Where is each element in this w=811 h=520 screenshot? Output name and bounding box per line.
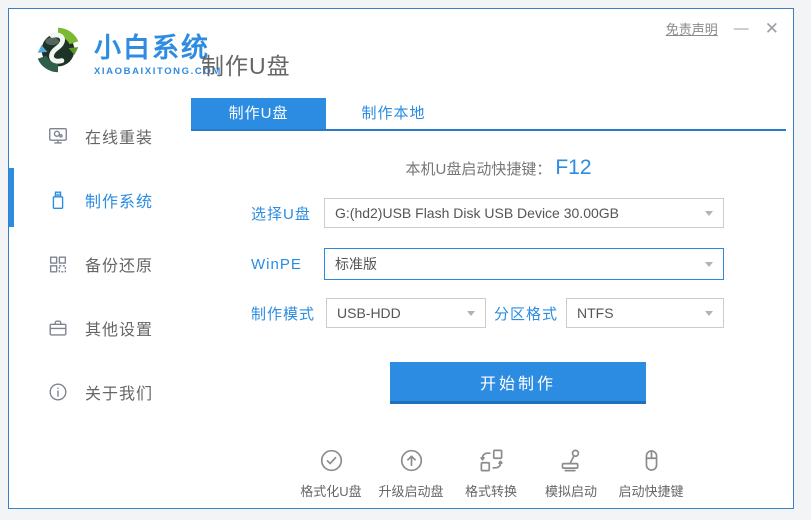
usb-select-label: 选择U盘 (251, 198, 311, 228)
tab-make-usb[interactable]: 制作U盘 (191, 98, 326, 129)
sidebar-item-backup-restore[interactable]: 备份还原 (9, 232, 191, 296)
tool-label: 格式化U盘 (300, 481, 361, 500)
tool-label: 格式转换 (465, 481, 517, 500)
sidebar-item-online-reinstall[interactable]: 在线重装 (9, 104, 191, 168)
start-button[interactable]: 开始制作 (390, 362, 646, 404)
check-circle-icon (318, 447, 345, 474)
briefcase-icon (47, 317, 69, 339)
info-circle-icon (47, 381, 69, 403)
usb-select-value: G:(hd2)USB Flash Disk USB Device 30.00GB (335, 205, 619, 221)
close-button[interactable]: ✕ (765, 20, 779, 38)
brand-logo-icon (29, 21, 87, 79)
boot-hotkey-hint: 本机U盘启动快捷键： F12 (201, 151, 796, 185)
sidebar-item-other-settings[interactable]: 其他设置 (9, 296, 191, 360)
tab-bar: 制作U盘 制作本地 (191, 98, 461, 129)
chevron-down-icon (705, 262, 713, 267)
tool-simulate-boot[interactable]: 模拟启动 (531, 447, 611, 500)
sidebar-item-label: 其他设置 (85, 316, 153, 340)
tab-underline (191, 129, 786, 131)
chevron-down-icon (705, 211, 713, 216)
partition-select-label: 分区格式 (494, 298, 558, 328)
sidebar: 在线重装 制作系统 备份还原 (9, 104, 191, 424)
sidebar-item-about-us[interactable]: 关于我们 (9, 360, 191, 424)
active-item-indicator (9, 168, 14, 227)
usb-select[interactable]: G:(hd2)USB Flash Disk USB Device 30.00GB (324, 198, 724, 228)
sidebar-item-label: 备份还原 (85, 252, 153, 276)
hotkey-hint-text: 本机U盘启动快捷键： (405, 158, 551, 179)
monitor-icon (47, 125, 69, 147)
winpe-select-value: 标准版 (335, 254, 377, 274)
partition-select-value: NTFS (577, 305, 614, 321)
disclaimer-link[interactable]: 免责声明 (666, 19, 718, 38)
sidebar-item-label: 在线重装 (85, 124, 153, 148)
tool-label: 启动快捷键 (618, 481, 683, 500)
mouse-icon (638, 447, 665, 474)
sidebar-item-make-system[interactable]: 制作系统 (9, 168, 191, 232)
minimize-button[interactable]: — (734, 20, 749, 38)
tool-label: 模拟启动 (545, 481, 597, 500)
convert-icon (478, 447, 505, 474)
tool-boot-hotkeys[interactable]: 启动快捷键 (611, 447, 691, 500)
backup-grid-icon (47, 253, 69, 275)
joystick-icon (558, 447, 585, 474)
winpe-select-label: WinPE (251, 248, 302, 280)
arrow-up-circle-icon (398, 447, 425, 474)
tool-format-usb[interactable]: 格式化U盘 (291, 447, 371, 500)
chevron-down-icon (705, 311, 713, 316)
app-window: 免责声明 — ✕ 小白系统 XIAOBAIXITONG.COM 制作U盘 (8, 8, 794, 509)
partition-select[interactable]: NTFS (566, 298, 724, 328)
mode-select-label: 制作模式 (251, 298, 315, 328)
winpe-select[interactable]: 标准版 (324, 248, 724, 280)
titlebar-controls: 免责声明 — ✕ (666, 19, 779, 38)
tab-make-local[interactable]: 制作本地 (326, 98, 461, 129)
usb-drive-icon (47, 189, 69, 211)
tool-label: 升级启动盘 (378, 481, 443, 500)
page-title: 制作U盘 (201, 47, 291, 81)
tool-upgrade-boot-disk[interactable]: 升级启动盘 (371, 447, 451, 500)
footer-toolbar: 格式化U盘 升级启动盘 格式转换 (291, 447, 691, 500)
sidebar-item-label: 关于我们 (85, 380, 153, 404)
sidebar-item-label: 制作系统 (85, 188, 153, 212)
hotkey-key: F12 (555, 156, 591, 180)
mode-select-value: USB-HDD (337, 305, 401, 321)
tool-format-convert[interactable]: 格式转换 (451, 447, 531, 500)
mode-select[interactable]: USB-HDD (326, 298, 486, 328)
chevron-down-icon (467, 311, 475, 316)
